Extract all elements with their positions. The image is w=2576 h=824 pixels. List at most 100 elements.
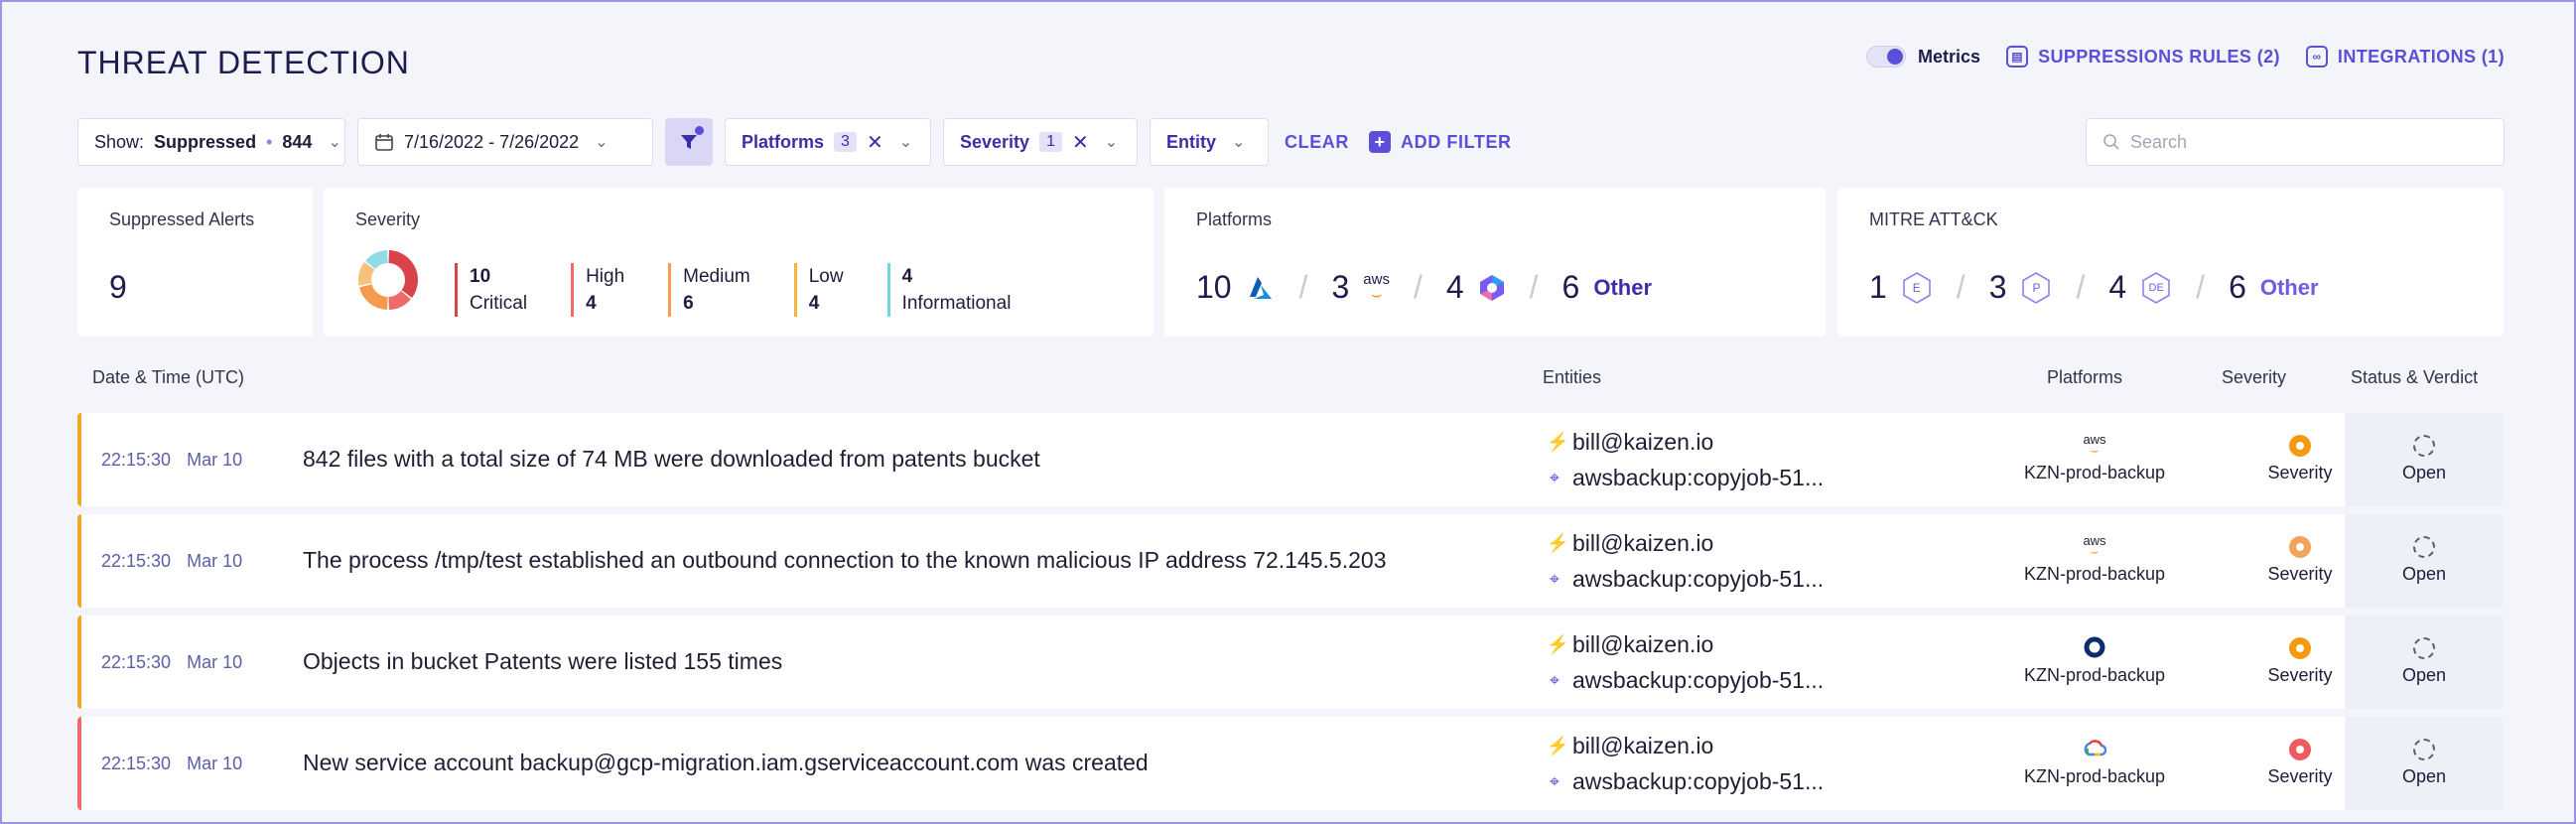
col-platforms[interactable]: Platforms: [2047, 367, 2122, 388]
severity-label: Low: [808, 266, 844, 287]
entity-resource-label: awsbackup:copyjob-51...: [1572, 768, 1825, 794]
separator: /: [2076, 269, 2086, 305]
table-row[interactable]: 22:15:30 Mar 10 Objects in bucket Patents …: [77, 616, 2504, 709]
mitre-card: MITRE ATT&CK 1 E / 3 P / 4 DE / 6 Other: [1837, 188, 2504, 337]
severity-count: 6: [683, 293, 694, 314]
chip-label: Platforms: [742, 131, 825, 152]
add-filter-label: ADD FILTER: [1401, 131, 1512, 152]
platform-ring-icon: [2084, 636, 2105, 658]
status-open-icon: [2413, 739, 2435, 760]
add-filter-button[interactable]: + ADD FILTER: [1369, 131, 1512, 153]
status-cell[interactable]: Open: [2345, 413, 2504, 506]
separator: /: [2196, 269, 2206, 305]
status-label: Open: [2401, 665, 2447, 685]
severity-dot-icon: [2289, 536, 2311, 558]
entity-resource[interactable]: ⌖ awsbackup:copyjob-51...: [1547, 768, 1824, 795]
alert-datetime: 22:15:30 Mar 10: [101, 450, 242, 471]
metrics-toggle[interactable]: [1866, 46, 1907, 68]
clear-filters-button[interactable]: CLEAR: [1285, 132, 1349, 153]
aws-icon: aws ⌣: [2083, 533, 2106, 559]
donut-slice: [358, 284, 388, 310]
platforms-other-link[interactable]: Other: [1593, 275, 1652, 301]
entity-user[interactable]: ⚡ bill@kaizen.io: [1547, 631, 1713, 658]
severity-low: Low 4: [793, 263, 844, 317]
alert-description[interactable]: New service account backup@gcp-migration…: [303, 750, 1149, 776]
mitre-other-link[interactable]: Other: [2260, 275, 2319, 301]
severity-count: 10: [470, 266, 491, 287]
card-title: MITRE ATT&CK: [1869, 209, 1998, 229]
severity-label: High: [586, 266, 625, 287]
date-range-picker[interactable]: 7/16/2022 - 7/26/2022 ⌄: [357, 118, 653, 166]
severity-label: Medium: [683, 266, 750, 287]
severity-label: Critical: [470, 293, 528, 314]
mitre-count: 1: [1869, 269, 1887, 305]
status-open-icon: [2413, 637, 2435, 659]
entity-filter-dropdown[interactable]: Entity ⌄: [1150, 118, 1269, 166]
alert-description[interactable]: The process /tmp/test established an out…: [303, 547, 1387, 574]
severity-dot-icon: [2289, 637, 2311, 659]
severity-filter-chip[interactable]: Severity 1 ✕ ⌄: [943, 118, 1138, 166]
mitre-letter: DE: [2148, 281, 2164, 294]
mitre-persistence-icon: P: [2020, 271, 2052, 305]
show-prefix: Show:: [94, 131, 145, 152]
severity-medium: Medium 6: [668, 263, 750, 317]
metrics-label: Metrics: [1918, 46, 1981, 67]
col-severity[interactable]: Severity: [2222, 367, 2286, 388]
date-range-value: 7/16/2022 - 7/26/2022: [404, 131, 580, 152]
col-datetime[interactable]: Date & Time (UTC): [92, 367, 244, 388]
close-icon[interactable]: ✕: [867, 130, 883, 155]
entity-resource[interactable]: ⌖ awsbackup:copyjob-51...: [1547, 566, 1824, 593]
table-row[interactable]: 22:15:30 Mar 10 New service account backup…: [77, 717, 2504, 810]
search-box[interactable]: Search: [2086, 118, 2505, 166]
show-dropdown[interactable]: Show: Suppressed • 844 ⌄: [77, 118, 345, 166]
entity-user[interactable]: ⚡ bill@kaizen.io: [1547, 530, 1713, 557]
alert-date: Mar 10: [187, 754, 243, 773]
chevron-down-icon[interactable]: ⌄: [899, 132, 912, 152]
entity-resource[interactable]: ⌖ awsbackup:copyjob-51...: [1547, 465, 1824, 491]
alert-datetime: 22:15:30 Mar 10: [101, 551, 242, 572]
col-entities[interactable]: Entities: [1543, 367, 1601, 388]
funnel-icon: [681, 135, 697, 149]
alert-description[interactable]: Objects in bucket Patents were listed 15…: [303, 648, 782, 675]
platforms-card: Platforms 10 / 3 aws ⌣ / 4 / 6 Other: [1164, 188, 1826, 337]
separator: /: [1298, 269, 1308, 305]
status-label: Open: [2401, 463, 2447, 482]
alert-description[interactable]: 842 files with a total size of 74 MB wer…: [303, 446, 1040, 473]
platforms-filter-chip[interactable]: Platforms 3 ✕ ⌄: [725, 118, 931, 166]
integrations-button[interactable]: ∞ INTEGRATIONS (1): [2305, 46, 2505, 68]
entity-resource[interactable]: ⌖ awsbackup:copyjob-51...: [1547, 667, 1824, 694]
mitre-letter: E: [1912, 280, 1921, 295]
status-cell[interactable]: Open: [2345, 717, 2504, 810]
suppressions-rules-button[interactable]: ▤ SUPPRESSIONS RULES (2): [2006, 46, 2280, 68]
alert-date: Mar 10: [187, 551, 243, 571]
platform-count: 10: [1196, 269, 1232, 305]
filter-bar: Show: Suppressed • 844 ⌄ 7/16/2022 - 7/2…: [77, 118, 2505, 166]
alert-time: 22:15:30: [101, 754, 172, 773]
card-title: Suppressed Alerts: [109, 209, 255, 229]
status-cell[interactable]: Open: [2345, 616, 2504, 709]
severity-label: Informational: [901, 293, 1012, 314]
severity-count: 4: [901, 266, 913, 287]
platforms-summary-row: 10 / 3 aws ⌣ / 4 / 6 Other: [1196, 269, 1652, 306]
close-icon[interactable]: ✕: [1072, 130, 1089, 155]
search-placeholder: Search: [2130, 131, 2188, 152]
table-row[interactable]: 22:15:30 Mar 10 842 files with a total siz…: [77, 413, 2504, 506]
entity-user[interactable]: ⚡ bill@kaizen.io: [1547, 429, 1713, 456]
table-row[interactable]: 22:15:30 Mar 10 The process /tmp/test esta…: [77, 514, 2504, 608]
status-open-icon: [2413, 435, 2435, 457]
suppressions-label: SUPPRESSIONS RULES (2): [2038, 46, 2280, 67]
col-status[interactable]: Status & Verdict: [2351, 367, 2478, 388]
alert-time: 22:15:30: [101, 652, 172, 672]
status-cell[interactable]: Open: [2345, 514, 2504, 608]
donut-slice: [388, 250, 418, 298]
entity-user[interactable]: ⚡ bill@kaizen.io: [1547, 733, 1713, 759]
severity-high: High 4: [571, 263, 624, 317]
top-actions: Metrics ▤ SUPPRESSIONS RULES (2) ∞ INTEG…: [1866, 46, 2505, 68]
filter-toggle-button[interactable]: [665, 118, 713, 166]
severity-breakdown: 10 Critical High 4 Medium 6 Low 4 4 Info…: [455, 263, 1011, 317]
metrics-toggle-group[interactable]: Metrics: [1866, 46, 1980, 68]
card-title: Platforms: [1196, 209, 1273, 229]
aws-icon: aws ⌣: [1363, 270, 1390, 304]
chevron-down-icon[interactable]: ⌄: [1105, 132, 1118, 152]
suppression-icon: ▤: [2006, 46, 2029, 68]
